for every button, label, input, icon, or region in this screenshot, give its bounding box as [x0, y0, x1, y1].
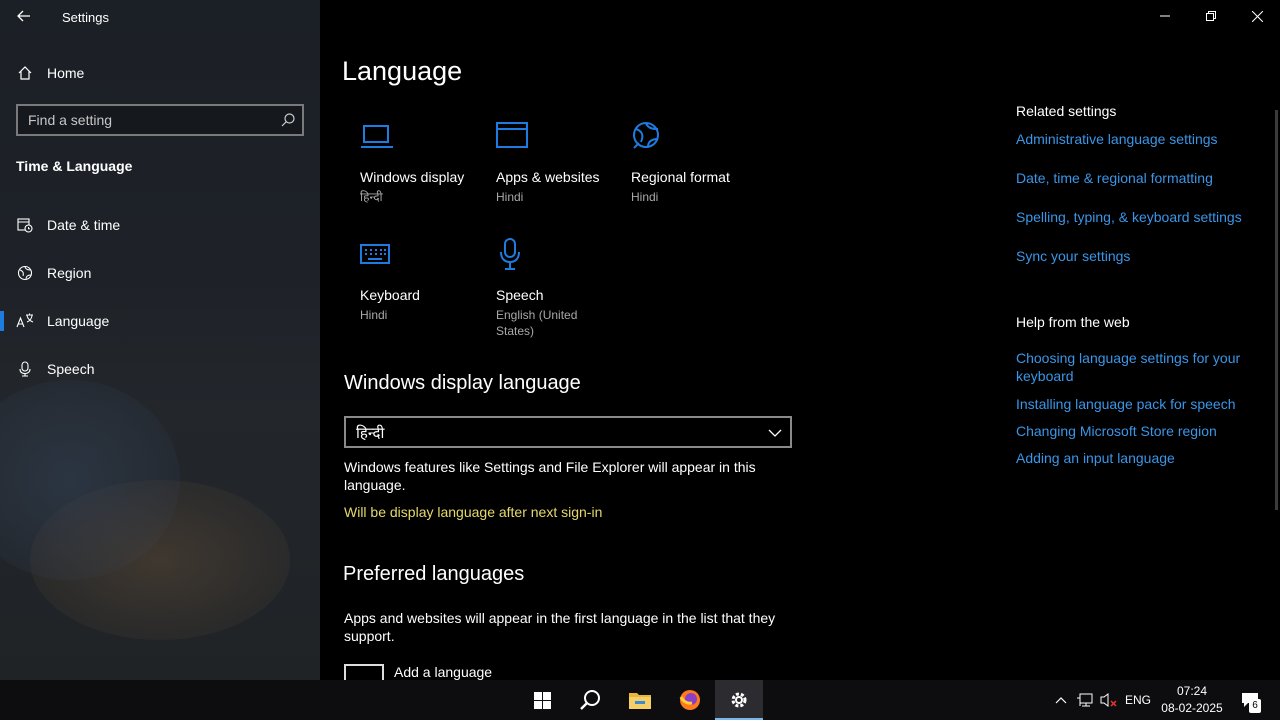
minimize-icon — [1160, 15, 1170, 17]
help-link[interactable]: Changing Microsoft Store region — [1016, 422, 1266, 440]
dropdown-value: हिन्दी — [356, 425, 385, 442]
language-indicator[interactable]: ENG — [1124, 680, 1152, 720]
tile-name: Windows display — [360, 169, 465, 185]
tile-value: हिन्दी — [360, 190, 383, 204]
start-button[interactable] — [518, 680, 566, 720]
tile-name: Speech — [496, 287, 544, 303]
close-icon — [1251, 10, 1263, 22]
preferred-languages-description: Apps and websites will appear in the fir… — [344, 610, 776, 644]
globe-region-icon — [16, 264, 34, 282]
search-icon — [580, 690, 600, 710]
file-explorer-button[interactable] — [616, 680, 664, 720]
page-title: Language — [342, 56, 463, 86]
app-title: Settings — [62, 10, 109, 25]
scrollbar[interactable] — [1275, 110, 1278, 510]
window-controls — [1142, 0, 1280, 32]
search-box[interactable] — [16, 104, 304, 136]
add-language-label: Add a language — [394, 664, 493, 680]
tile-value: Hindi — [496, 190, 524, 204]
settings-taskbar-button[interactable] — [715, 680, 763, 720]
sidebar-item-language[interactable]: Language — [0, 301, 320, 341]
sidebar-item-label: Region — [47, 265, 92, 281]
chevron-up-icon — [1055, 697, 1067, 704]
sidebar-item-label: Language — [47, 313, 110, 329]
tile-value: English (United States) — [496, 308, 578, 338]
microphone-icon — [500, 238, 520, 270]
section-title: Time & Language — [16, 158, 133, 174]
help-link[interactable]: Adding an input language — [1016, 449, 1266, 467]
sidebar-item-label: Speech — [47, 361, 95, 377]
network-icon — [1077, 693, 1093, 707]
related-link[interactable]: Date, time & regional formatting — [1016, 169, 1266, 187]
tile-windows-display[interactable]: Windows display हिन्दी — [360, 120, 490, 205]
search-input[interactable] — [18, 106, 268, 134]
laptop-icon — [361, 125, 393, 148]
taskbar-search-button[interactable] — [566, 680, 614, 720]
keyboard-icon — [360, 244, 390, 264]
sidebar: Settings Home Time & Language Date & tim… — [0, 0, 320, 680]
sidebar-item-label: Home — [47, 65, 85, 81]
clock-date: 08-02-2025 — [1161, 701, 1223, 715]
minimize-button[interactable] — [1142, 0, 1188, 32]
tile-speech[interactable]: Speech English (United States) — [496, 238, 626, 339]
notification-count-badge: 6 — [1249, 699, 1261, 713]
help-link[interactable]: Installing language pack for speech — [1016, 395, 1266, 413]
show-hidden-icons-button[interactable] — [1050, 680, 1072, 720]
display-language-dropdown[interactable]: हिन्दी — [344, 416, 792, 448]
display-language-description: Windows features like Settings and File … — [344, 459, 756, 493]
related-link[interactable]: Spelling, typing, & keyboard settings — [1016, 208, 1276, 226]
taskbar: ENG 07:24 08-02-2025 — [0, 680, 1280, 720]
window-icon — [496, 122, 528, 148]
calendar-clock-icon — [16, 216, 34, 234]
globe-icon — [633, 122, 659, 149]
sidebar-item-home[interactable]: Home — [0, 53, 320, 93]
language-icon — [16, 312, 34, 330]
home-icon — [16, 64, 34, 82]
main-content: Language Windows display हिन्दी Apps & w… — [320, 0, 1280, 694]
clock[interactable]: 07:24 08-02-2025 — [1156, 683, 1228, 717]
related-link[interactable]: Administrative language settings — [1016, 130, 1266, 148]
volume-button[interactable] — [1098, 680, 1120, 720]
start-icon — [533, 691, 551, 709]
sidebar-item-date-time[interactable]: Date & time — [0, 205, 320, 245]
related-settings-heading: Related settings — [1016, 103, 1117, 119]
network-button[interactable] — [1074, 680, 1096, 720]
display-language-warning: Will be display language after next sign… — [344, 504, 603, 520]
tile-name: Regional format — [631, 169, 730, 185]
back-arrow-icon — [17, 10, 30, 22]
tile-value: Hindi — [360, 308, 388, 322]
help-link[interactable]: Choosing language settings for your keyb… — [1016, 349, 1256, 385]
restore-icon — [1206, 11, 1216, 21]
file-explorer-icon — [629, 693, 651, 709]
tile-value: Hindi — [631, 190, 659, 204]
microphone-icon — [16, 360, 34, 378]
sidebar-item-label: Date & time — [47, 217, 121, 233]
tile-apps-websites[interactable]: Apps & websites Hindi — [496, 120, 626, 205]
restore-button[interactable] — [1188, 0, 1234, 32]
settings-icon — [731, 692, 747, 708]
help-section: Help from the web — [1016, 314, 1266, 330]
related-link[interactable]: Sync your settings — [1016, 247, 1266, 265]
tile-keyboard[interactable]: Keyboard Hindi — [360, 238, 490, 323]
related-settings: Related settings — [1016, 103, 1266, 119]
display-language-heading: Windows display language — [344, 372, 581, 394]
clock-time: 07:24 — [1176, 684, 1208, 698]
firefox-button[interactable] — [666, 680, 714, 720]
firefox-icon — [679, 690, 700, 710]
search-icon[interactable] — [280, 112, 296, 128]
preferred-languages-heading: Preferred languages — [343, 563, 525, 585]
tile-name: Keyboard — [360, 287, 420, 303]
sidebar-item-speech[interactable]: Speech — [0, 349, 320, 389]
chevron-down-icon — [768, 429, 782, 437]
back-button[interactable] — [12, 4, 36, 28]
volume-muted-icon — [1100, 693, 1117, 707]
close-button[interactable] — [1234, 0, 1280, 32]
sidebar-item-region[interactable]: Region — [0, 253, 320, 293]
help-heading: Help from the web — [1016, 314, 1130, 330]
tile-name: Apps & websites — [496, 169, 600, 185]
tile-regional-format[interactable]: Regional format Hindi — [631, 120, 761, 205]
